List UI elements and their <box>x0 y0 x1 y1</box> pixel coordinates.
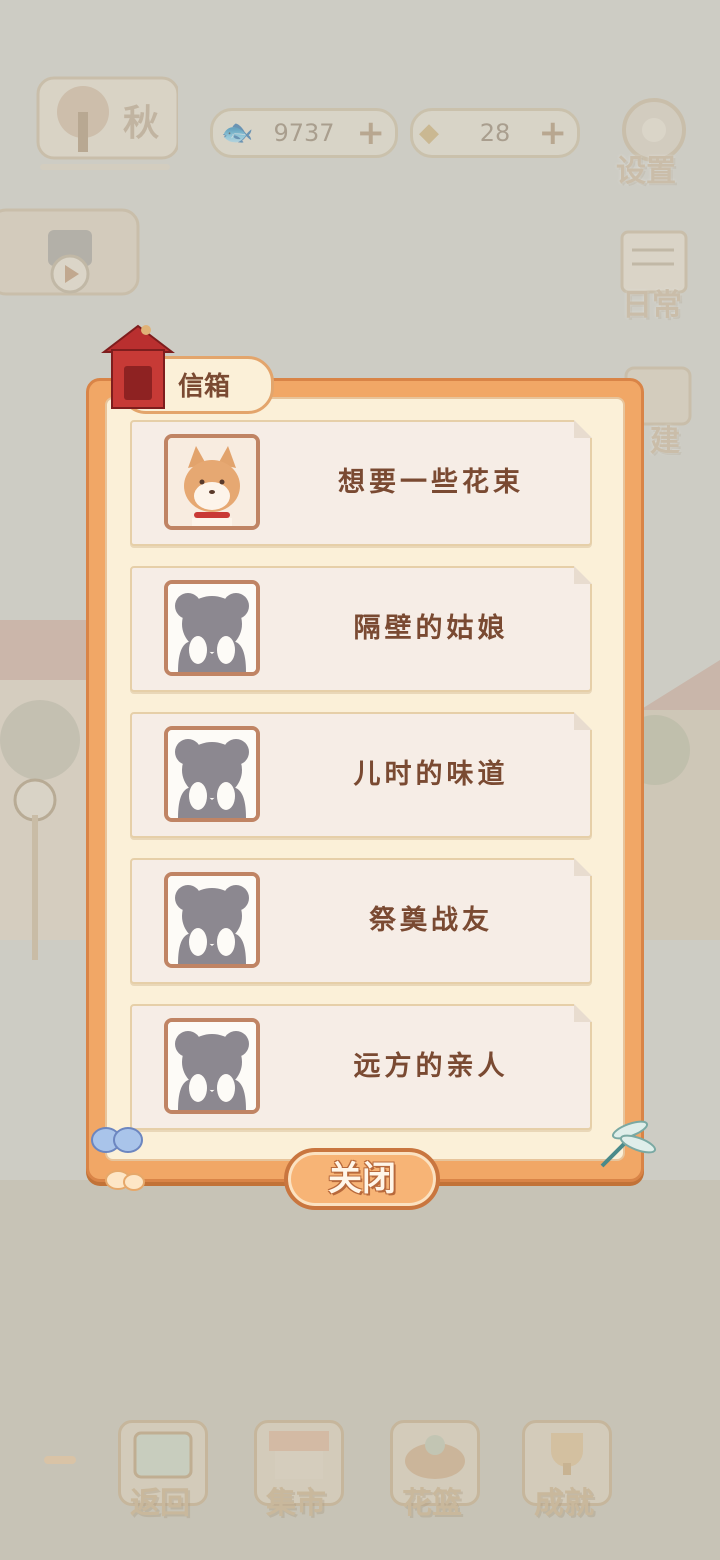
letter-title: 儿时的味道 <box>353 759 509 790</box>
add-cheese-button[interactable]: + <box>539 111 568 155</box>
letter-title: 远方的亲人 <box>353 1051 509 1082</box>
letter-title: 想要一些花束 <box>338 467 524 498</box>
portrait-frame <box>164 726 260 822</box>
trophy-icon <box>551 1433 583 1475</box>
fish-currency-pill: 🐟 9737 + <box>210 108 398 158</box>
dragonfly-icon <box>600 1120 657 1168</box>
achievement-label: 成就 <box>534 1486 594 1521</box>
letter-item[interactable]: 儿时的味道 <box>130 712 592 838</box>
letter-item[interactable]: 祭奠战友 <box>130 858 592 984</box>
add-fish-button[interactable]: + <box>357 111 386 155</box>
settings-button[interactable]: 设置 <box>612 94 694 189</box>
fish-count: 9737 <box>273 119 335 147</box>
butterfly-icon <box>91 1127 145 1191</box>
basket-label: 花篮 <box>402 1486 462 1521</box>
fish-icon: 🐟 <box>221 118 254 148</box>
silhouette-icon <box>168 730 256 818</box>
season-indicator[interactable]: 秋 <box>28 72 180 172</box>
build-label: 建 <box>650 424 680 459</box>
silhouette-icon <box>168 1022 256 1110</box>
close-label: 关闭 <box>328 1159 396 1199</box>
cheese-icon: ◆ <box>419 118 439 148</box>
letter-item[interactable]: 想要一些花束 <box>130 420 592 546</box>
daily-button[interactable]: 日常 <box>614 228 694 324</box>
letter-item[interactable]: 隔壁的姑娘 <box>130 566 592 692</box>
portrait-frame <box>164 872 260 968</box>
cheese-count: 28 <box>479 119 511 147</box>
mailbox-icon <box>101 324 175 409</box>
portrait-frame <box>164 1018 260 1114</box>
season-label: 秋 <box>123 103 160 144</box>
shiba-dog-icon <box>168 438 256 526</box>
video-reward-button[interactable] <box>0 208 140 298</box>
close-button[interactable]: 关闭 <box>284 1148 440 1210</box>
window-icon <box>133 1431 193 1479</box>
letter-title: 祭奠战友 <box>369 905 493 936</box>
market-label: 集市 <box>266 1486 326 1521</box>
mailbox-title: 信箱 <box>178 372 231 402</box>
silhouette-icon <box>168 876 256 964</box>
letter-title: 隔壁的姑娘 <box>353 613 509 644</box>
silhouette-icon <box>168 584 256 672</box>
cheese-currency-pill: ◆ 28 + <box>410 108 580 158</box>
flower-basket-icon <box>405 1435 465 1479</box>
stall-icon <box>269 1431 329 1479</box>
back-label: 返回 <box>130 1486 190 1521</box>
daily-label: 日常 <box>622 288 682 323</box>
settings-label: 设置 <box>616 154 676 189</box>
play-video-icon <box>0 208 140 296</box>
bottom-nav-indicator <box>44 1456 76 1464</box>
portrait-frame <box>164 434 260 530</box>
letter-item[interactable]: 远方的亲人 <box>130 1004 592 1130</box>
portrait-frame <box>164 580 260 676</box>
